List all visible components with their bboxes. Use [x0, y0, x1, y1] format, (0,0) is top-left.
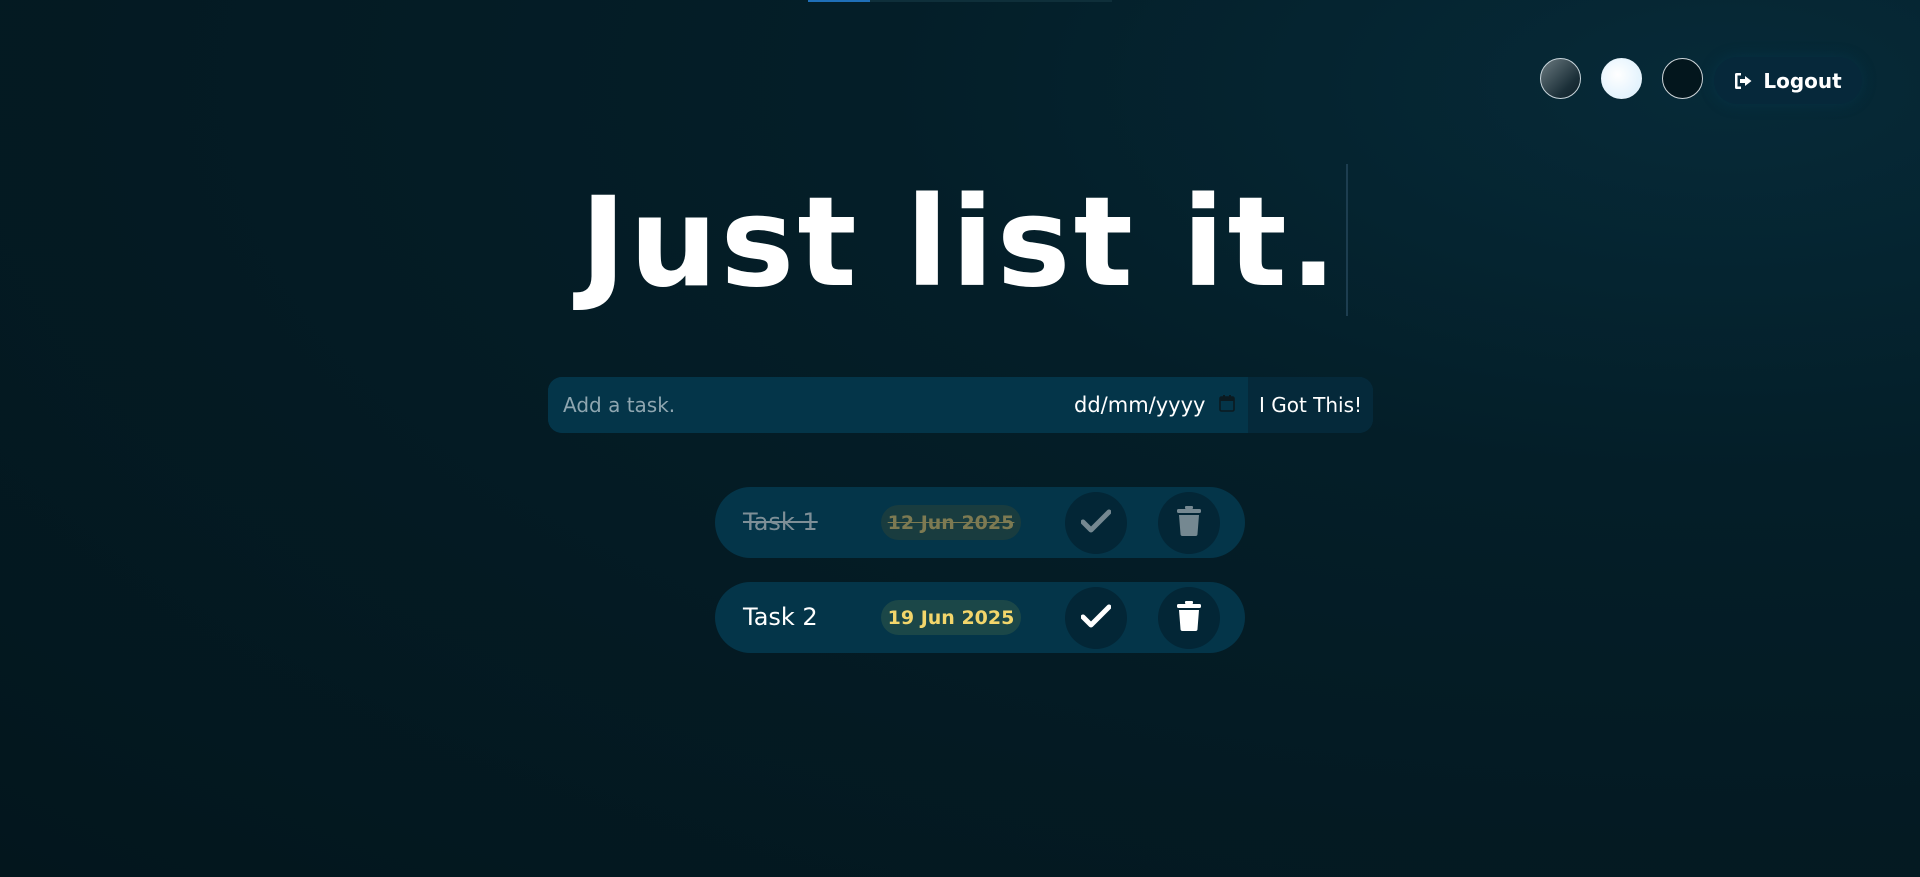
complete-task-button[interactable] [1065, 587, 1127, 649]
text-cursor [1345, 164, 1348, 316]
add-task-form: Add a task. dd/mm/yyyy I Got This! [548, 377, 1373, 433]
date-input-placeholder: dd/mm/yyyy [1074, 393, 1206, 417]
page-title: Just list it. [580, 171, 1340, 315]
date-input[interactable]: dd/mm/yyyy [1058, 377, 1248, 433]
logout-button[interactable]: Logout [1714, 57, 1862, 104]
task-item: Task 1 12 Jun 2025 [715, 487, 1245, 558]
theme-standard-button[interactable] [1540, 58, 1581, 99]
check-icon [1080, 604, 1112, 632]
delete-task-button[interactable] [1158, 492, 1220, 554]
theme-light-button[interactable] [1601, 58, 1642, 99]
task-input[interactable]: Add a task. [548, 377, 1058, 433]
task-name: Task 1 [743, 508, 818, 536]
logout-label: Logout [1763, 68, 1842, 93]
theme-switcher [1540, 58, 1703, 99]
task-due-date: 19 Jun 2025 [881, 600, 1021, 635]
check-icon [1080, 509, 1112, 537]
calendar-icon[interactable] [1219, 393, 1236, 417]
trash-icon [1177, 601, 1201, 635]
logout-icon [1734, 72, 1754, 90]
complete-task-button[interactable] [1065, 492, 1127, 554]
task-input-placeholder: Add a task. [563, 393, 676, 417]
top-progress-active [808, 0, 870, 2]
task-item: Task 2 19 Jun 2025 [715, 582, 1245, 653]
task-name: Task 2 [743, 603, 818, 631]
task-list: Task 1 12 Jun 2025 Task 2 19 Jun 2025 [715, 487, 1245, 653]
task-due-date: 12 Jun 2025 [881, 505, 1021, 540]
page-title-container: Just list it. [0, 164, 1920, 316]
top-progress-indicator [808, 0, 1112, 2]
submit-task-button[interactable]: I Got This! [1248, 377, 1373, 433]
theme-darker-button[interactable] [1662, 58, 1703, 99]
delete-task-button[interactable] [1158, 587, 1220, 649]
trash-icon [1177, 506, 1201, 540]
